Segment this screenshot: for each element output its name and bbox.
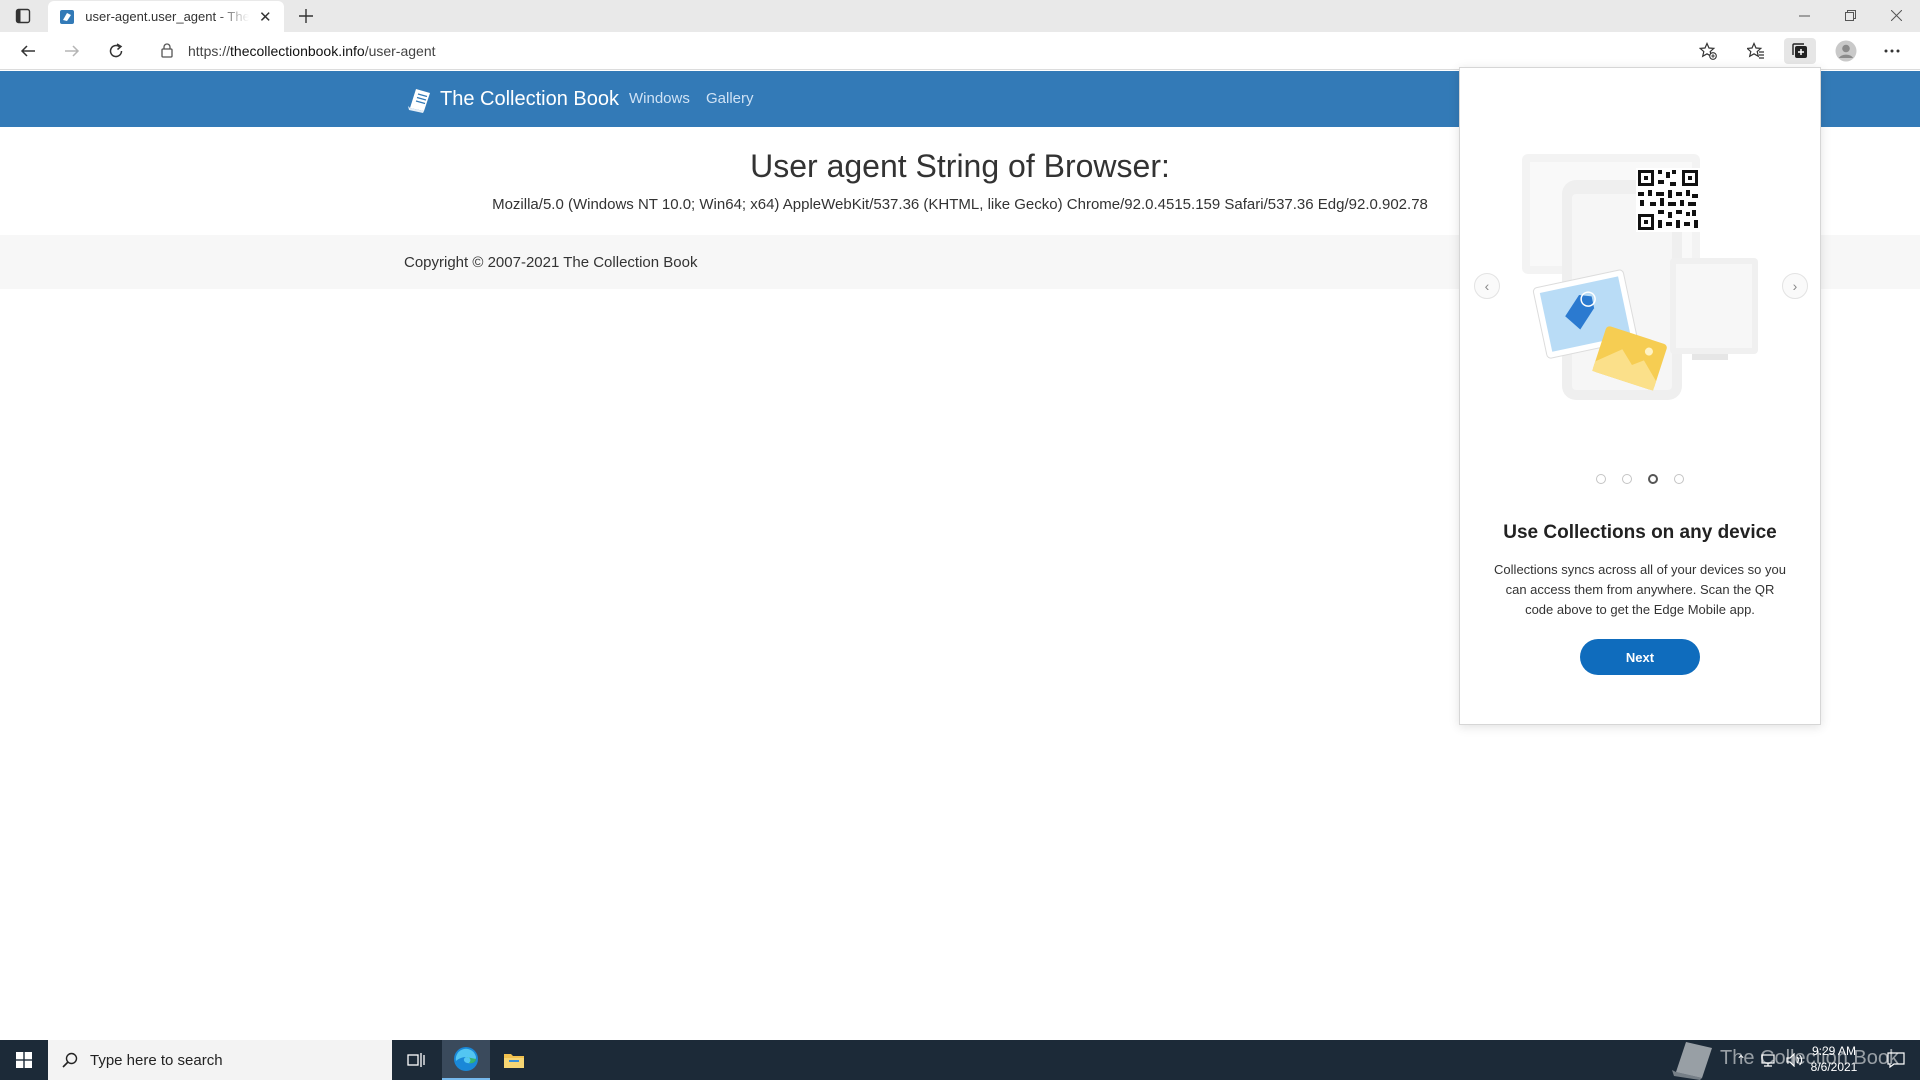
qr-code-icon — [1636, 168, 1700, 232]
site-brand-text: The Collection Book — [440, 87, 619, 110]
collections-button[interactable] — [1784, 38, 1816, 64]
url-scheme: https:// — [188, 43, 231, 59]
close-icon — [1890, 9, 1902, 21]
restore-button[interactable] — [1827, 0, 1873, 30]
search-placeholder: Type here to search — [90, 1051, 223, 1069]
collections-icon — [1792, 43, 1807, 58]
carousel-indicator — [1460, 474, 1820, 484]
book-logo-icon — [408, 89, 430, 113]
minimize-button[interactable] — [1781, 0, 1827, 30]
copyright-text: Copyright © 2007-2021 The Collection Boo… — [404, 254, 698, 271]
taskbar-file-explorer-app[interactable] — [490, 1040, 538, 1080]
address-bar[interactable]: https://thecollectionbook.info/user-agen… — [188, 43, 436, 59]
close-window-button[interactable] — [1873, 0, 1919, 30]
favorites-icon — [1747, 42, 1764, 59]
site-favicon-icon — [58, 8, 75, 26]
carousel-dot[interactable] — [1622, 474, 1632, 484]
carousel-dot[interactable] — [1596, 474, 1606, 484]
restore-icon — [1844, 9, 1856, 21]
url-host: thecollectionbook.info — [230, 43, 365, 59]
flyout-description: Collections syncs across all of your dev… — [1494, 562, 1786, 617]
next-button[interactable]: Next — [1580, 639, 1700, 675]
forward-button[interactable] — [58, 38, 86, 64]
collections-flyout: ‹ › Use Collections on any device Collec… — [1459, 67, 1821, 725]
new-tab-button[interactable] — [294, 5, 318, 27]
tab-strip: user-agent.user_agent - The Collection B… — [0, 0, 1920, 32]
watermark: The Collection Book — [1668, 1036, 1899, 1080]
profile-icon — [1835, 40, 1857, 62]
nav-link-windows[interactable]: Windows — [629, 90, 690, 107]
devices-illustration — [1522, 154, 1758, 400]
tab-close-icon[interactable]: ✕ — [257, 8, 274, 26]
task-view-button[interactable] — [392, 1040, 440, 1080]
folder-icon — [504, 1054, 524, 1068]
windows-taskbar: Type here to search ⌃ 9:29 AM 8/6/2021 — [0, 1040, 1920, 1080]
forward-arrow-icon — [65, 45, 80, 57]
carousel-dot[interactable] — [1674, 474, 1684, 484]
carousel-next-button[interactable]: › — [1782, 273, 1808, 299]
refresh-button[interactable] — [102, 38, 130, 64]
watermark-text: The Collection Book — [1720, 1046, 1899, 1069]
minimize-icon — [1798, 15, 1810, 16]
browser-toolbar: https://thecollectionbook.info/user-agen… — [0, 32, 1920, 70]
favorites-button[interactable] — [1740, 38, 1772, 64]
add-favorite-button[interactable] — [1692, 38, 1724, 64]
windows-logo-icon — [16, 1052, 32, 1068]
taskbar-search-box[interactable]: Type here to search — [48, 1040, 392, 1080]
task-view-icon — [407, 1053, 425, 1067]
book-logo-icon — [1672, 1042, 1712, 1080]
search-icon — [62, 1052, 78, 1068]
flyout-title: Use Collections on any device — [1503, 522, 1777, 543]
more-icon — [1884, 49, 1900, 53]
plus-icon — [299, 9, 313, 23]
more-button[interactable] — [1876, 38, 1908, 64]
profile-button[interactable] — [1830, 38, 1862, 64]
tab-actions-icon — [15, 8, 31, 24]
carousel-dot-active[interactable] — [1648, 474, 1658, 484]
refresh-icon — [109, 43, 123, 58]
start-button[interactable] — [0, 1040, 48, 1080]
taskbar-edge-app[interactable] — [442, 1040, 490, 1080]
tab-actions-button[interactable] — [12, 6, 34, 26]
site-brand-link[interactable]: The Collection Book — [404, 84, 619, 114]
chevron-left-icon: ‹ — [1484, 278, 1490, 294]
url-path: /user-agent — [364, 43, 436, 59]
tab-title: user-agent.user_agent - The Collection B… — [85, 9, 249, 24]
edge-browser-icon — [454, 1047, 478, 1071]
nav-link-gallery[interactable]: Gallery — [706, 90, 754, 107]
browser-tab[interactable]: user-agent.user_agent - The Collection B… — [48, 1, 284, 32]
carousel-prev-button[interactable]: ‹ — [1474, 273, 1500, 299]
star-add-icon — [1699, 42, 1717, 60]
chevron-right-icon: › — [1792, 278, 1798, 294]
back-button[interactable] — [14, 38, 42, 64]
lock-icon[interactable] — [160, 42, 176, 60]
back-arrow-icon — [20, 45, 35, 57]
